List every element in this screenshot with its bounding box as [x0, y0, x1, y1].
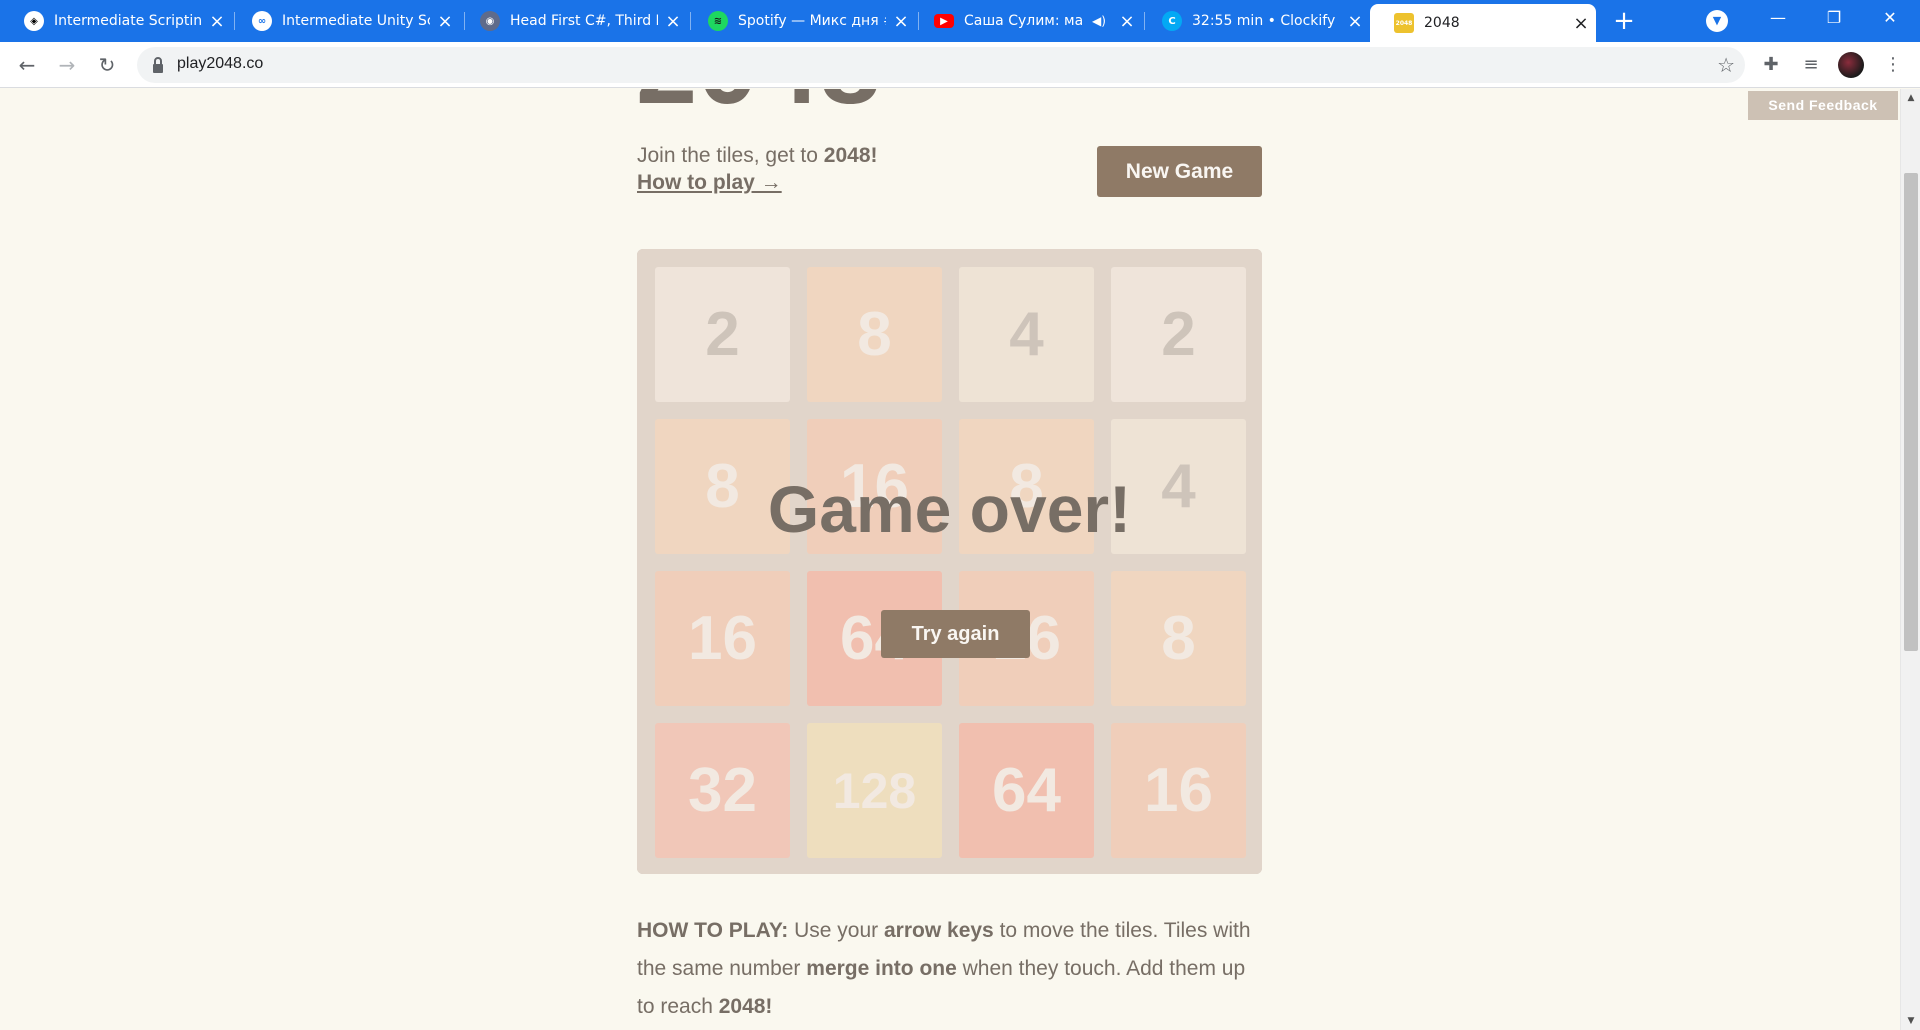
vertical-scrollbar[interactable]: ▲ ▼	[1900, 89, 1920, 1030]
tab-unity-scripting[interactable]: ◈ Intermediate Scripting ×	[0, 0, 232, 42]
tab-title: Intermediate Scripting	[54, 13, 202, 29]
instructions-label: HOW TO PLAY:	[637, 919, 789, 942]
spotify-icon: ≋	[708, 11, 728, 31]
coursera-icon: ∞	[252, 11, 272, 31]
tab-title: Intermediate Unity Scr	[282, 13, 430, 29]
url-text[interactable]: play2048.co	[177, 55, 263, 73]
close-icon[interactable]: ×	[1566, 13, 1596, 34]
address-bar[interactable]: play2048.co ☆	[137, 47, 1745, 83]
extensions-puzzle-icon[interactable]: ✚	[1756, 50, 1786, 80]
intro-text: Join the tiles, get to 2048!	[637, 144, 878, 168]
tab-search-icon[interactable]: ▼	[1706, 10, 1728, 32]
media-queue-icon[interactable]: ≡	[1796, 50, 1826, 80]
intro-text-bold: 2048!	[823, 144, 878, 167]
new-tab-button[interactable]: +	[1606, 5, 1642, 37]
tab-youtube[interactable]: ▶ Саша Сулим: ма ◀) ×	[910, 0, 1142, 42]
instructions-bold: merge into one	[806, 957, 957, 980]
how-to-play-link[interactable]: How to play →	[637, 171, 782, 195]
menu-kebab-icon[interactable]: ⋮	[1878, 50, 1908, 80]
lock-icon	[153, 57, 163, 73]
minimize-button[interactable]: —	[1750, 0, 1806, 36]
tab-title: 2048	[1424, 15, 1460, 31]
speaker-icon[interactable]: ◀)	[1092, 14, 1112, 28]
2048-icon: 2048	[1394, 13, 1414, 33]
new-game-button[interactable]: New Game	[1097, 146, 1262, 197]
instructions-text: Use your	[788, 919, 884, 942]
globe-icon: ◉	[480, 11, 500, 31]
scroll-down-arrow-icon[interactable]: ▼	[1901, 1012, 1920, 1030]
tab-title: 32:55 min • Clockify	[1192, 13, 1336, 29]
send-feedback-button[interactable]: Send Feedback	[1748, 91, 1898, 120]
tab-unity-coursera[interactable]: ∞ Intermediate Unity Scr ×	[228, 0, 460, 42]
tab-title: Саша Сулим: ма	[964, 13, 1084, 29]
tab-clockify[interactable]: C 32:55 min • Clockify ×	[1138, 0, 1370, 42]
profile-avatar[interactable]	[1838, 52, 1864, 78]
browser-toolbar: ← → ↻ play2048.co ☆ ✚ ≡ ⋮	[0, 42, 1920, 88]
try-again-button[interactable]: Try again	[881, 610, 1030, 658]
tab-strip: ◈ Intermediate Scripting × ∞ Intermediat…	[0, 0, 1920, 42]
tab-spotify[interactable]: ≋ Spotify — Микс дня # ×	[684, 0, 916, 42]
back-button[interactable]: ←	[12, 50, 42, 80]
tab-2048[interactable]: 2048 2048 ×	[1370, 4, 1596, 42]
youtube-icon: ▶	[934, 14, 954, 28]
close-window-button[interactable]: ✕	[1862, 0, 1918, 36]
forward-button[interactable]: →	[52, 50, 82, 80]
close-icon[interactable]: ×	[1340, 11, 1370, 32]
tab-head-first[interactable]: ◉ Head First C#, Third Ed ×	[456, 0, 688, 42]
page-title: 2048	[636, 89, 881, 121]
page-content: Send Feedback 2048 Join the tiles, get t…	[0, 89, 1900, 1030]
intro-text-plain: Join the tiles, get to	[637, 144, 824, 167]
game-board: 2 8 4 2 8 16 8 4 16 64 16 8 32 128 64 16…	[637, 249, 1262, 874]
scroll-thumb[interactable]	[1904, 173, 1918, 651]
restore-button[interactable]: ❐	[1806, 0, 1862, 36]
clockify-icon: C	[1162, 11, 1182, 31]
unity-icon: ◈	[24, 11, 44, 31]
bookmark-star-icon[interactable]: ☆	[1717, 53, 1735, 77]
how-to-play-instructions: HOW TO PLAY: Use your arrow keys to move…	[637, 912, 1267, 1026]
tab-title: Head First C#, Third Ed	[510, 13, 658, 29]
game-over-overlay: Game over! Try again	[637, 249, 1262, 874]
game-over-message: Game over!	[767, 472, 1132, 546]
instructions-bold: arrow keys	[884, 919, 994, 942]
tab-title: Spotify — Микс дня #	[738, 13, 886, 29]
scroll-up-arrow-icon[interactable]: ▲	[1901, 89, 1920, 107]
instructions-bold: 2048!	[718, 995, 773, 1018]
reload-button[interactable]: ↻	[92, 50, 122, 80]
